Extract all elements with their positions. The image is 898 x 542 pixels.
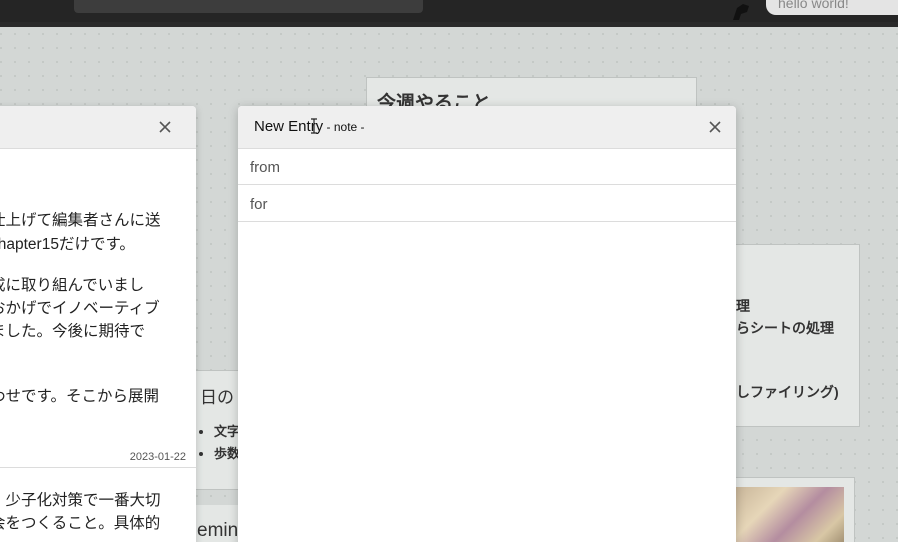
divider (0, 467, 196, 468)
top-bar: hello world! (0, 0, 898, 22)
modal-title-sub: - note - (323, 120, 365, 134)
entry-date: 2023-01-22 (129, 451, 186, 463)
note-body-textarea[interactable] (238, 223, 736, 542)
entry-text-line: 会をつくること。具体的 (0, 515, 161, 532)
top-search-bar[interactable] (74, 0, 423, 13)
from-field (238, 149, 736, 185)
entry-text-line: 成に取り組んでいまし (0, 277, 145, 294)
entry-text-line: 仕上げて編集者さんに送 (0, 212, 161, 229)
seminar-title: emin (197, 520, 239, 541)
entry-text-line: わせです。そこから展開 (0, 388, 159, 405)
yesterday-list: 文字 歩数 (190, 421, 240, 465)
yesterday-title: 日の (200, 388, 234, 407)
from-input[interactable] (238, 149, 732, 185)
entry-text-line: おかげでイノベーティブ (0, 300, 160, 317)
hello-bubble: hello world! (766, 0, 898, 15)
mascot-icon (733, 4, 749, 20)
close-icon[interactable] (157, 119, 173, 135)
note-list-modal: 仕上げて編集者さんに送 chapter15だけです。 成に取り組んでいまし おか… (0, 106, 196, 542)
list-item: 文字 (214, 421, 240, 443)
close-icon[interactable] (707, 119, 723, 135)
right-note-line: 理 (736, 298, 750, 314)
entry-text-line: 、少子化対策で一番大切 (0, 492, 161, 509)
list-item: 歩数 (214, 443, 240, 465)
right-note-line: らシートの処理 (736, 320, 834, 336)
right-note-line: しファイリング) (736, 384, 839, 400)
for-field (238, 186, 736, 222)
new-entry-modal: New Entry - note - (238, 106, 736, 542)
image-card[interactable] (735, 477, 855, 542)
for-input[interactable] (238, 186, 732, 222)
right-note-card[interactable]: 理 らシートの処理 しファイリング) (735, 244, 860, 427)
entry-text-line: ました。今後に期待で (0, 323, 146, 340)
text-cursor-icon (311, 118, 317, 134)
entry-text-line: chapter15だけです。 (0, 236, 135, 253)
painting-image (736, 487, 844, 542)
